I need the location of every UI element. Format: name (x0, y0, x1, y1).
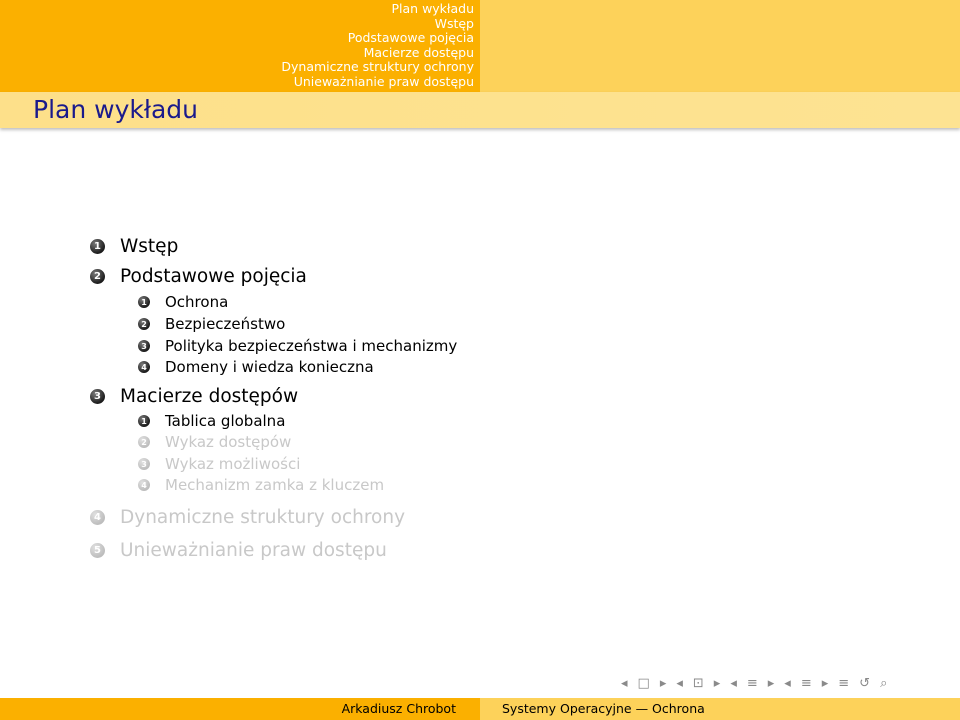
toc-subsection-label: Mechanizm zamka z kluczem (165, 476, 385, 494)
number-ball-icon: 5 (90, 542, 105, 558)
number-ball-icon: 2 (138, 318, 150, 330)
toc-subsection-label: Polityka bezpieczeństwa i mechanizmy (165, 337, 458, 355)
toc-subsection[interactable]: 3 Polityka bezpieczeństwa i mechanizmy (138, 336, 457, 356)
toc-subsection[interactable]: 1 Tablica globalna (138, 411, 285, 431)
number-ball-icon: 2 (138, 436, 150, 448)
number-ball-icon: 4 (138, 361, 150, 373)
header-bar-right (480, 0, 960, 92)
next-frame-icon[interactable]: ▸ (714, 676, 721, 691)
toc-subsection[interactable]: 4 Mechanizm zamka z kluczem (138, 475, 384, 495)
toc-subsection[interactable]: 3 Wykaz możliwości (138, 454, 300, 474)
toc-subsection[interactable]: 1 Ochrona (138, 292, 228, 312)
number-ball-icon: 1 (138, 415, 150, 427)
toc-subsection[interactable]: 4 Domeny i wiedza konieczna (138, 357, 374, 377)
footer-course: Systemy Operacyjne — Ochrona (502, 701, 705, 716)
frame-title: Plan wykładu (33, 95, 198, 124)
toc-subsection-label: Ochrona (165, 293, 229, 311)
toc-section[interactable]: 5 Unieważnianie praw dostępu (90, 538, 387, 562)
nav-item-uniewaznianie[interactable]: Unieważnianie praw dostępu (240, 74, 474, 90)
toc-subsection-label: Bezpieczeństwo (165, 315, 286, 333)
document-icon[interactable]: ≡ (838, 676, 849, 691)
toc-section[interactable]: 3 Macierze dostępów (90, 384, 298, 408)
toc-section-label: Podstawowe pojęcia (120, 265, 307, 287)
toc-subsection[interactable]: 2 Bezpieczeństwo (138, 314, 285, 334)
nav-item-plan[interactable]: Plan wykładu (240, 1, 475, 17)
toc-section[interactable]: 1 Wstęp (90, 234, 178, 258)
section-icon[interactable]: ≡ (801, 676, 812, 691)
number-ball-icon: 3 (138, 458, 150, 470)
toc-subsection-label: Wykaz dostępów (165, 433, 292, 451)
number-ball-icon: 4 (90, 509, 105, 525)
toc-section[interactable]: 2 Podstawowe pojęcia (90, 264, 307, 288)
frame-icon[interactable]: ⊡ (693, 676, 704, 691)
header-navigation: Plan wykładu Wstęp Podstawowe pojęcia Ma… (240, 1, 475, 90)
toc-subsection-label: Wykaz możliwości (165, 455, 301, 473)
toc-subsection-label: Tablica globalna (165, 412, 286, 430)
nav-item-macierze[interactable]: Macierze dostępu (240, 45, 474, 61)
prev-slide-icon[interactable]: ◂ (621, 676, 628, 691)
nav-item-wstep[interactable]: Wstęp (240, 16, 474, 32)
slide-icon[interactable]: □ (638, 676, 650, 691)
footer-left: Arkadiusz Chrobot (0, 698, 480, 720)
number-ball-icon: 4 (138, 479, 150, 491)
toc-section-label: Wstęp (120, 235, 179, 257)
toc-section[interactable]: 4 Dynamiczne struktury ochrony (90, 505, 405, 529)
next-subsection-icon[interactable]: ▸ (768, 676, 775, 691)
subsection-icon[interactable]: ≡ (747, 676, 758, 691)
toc-section-label: Dynamiczne struktury ochrony (120, 506, 406, 528)
toc-section-label: Unieważnianie praw dostępu (120, 539, 387, 561)
prev-frame-icon[interactable]: ◂ (676, 676, 683, 691)
search-icon[interactable]: ⌕ (880, 676, 887, 691)
number-ball-icon: 3 (90, 388, 105, 404)
toc-section-label: Macierze dostępów (120, 385, 299, 407)
next-section-icon[interactable]: ▸ (822, 676, 829, 691)
number-ball-icon: 1 (90, 238, 105, 254)
footer-author: Arkadiusz Chrobot (341, 701, 456, 716)
beamer-navigation-symbols: ◂ □ ▸ ◂ ⊡ ▸ ◂ ≡ ▸ ◂ ≡ ▸ ≡ ↺ ⌕ (621, 676, 887, 691)
footer-right: Systemy Operacyjne — Ochrona (480, 698, 960, 720)
nav-item-podstawowe[interactable]: Podstawowe pojęcia (240, 30, 474, 46)
toc-subsection-label: Domeny i wiedza konieczna (165, 358, 374, 376)
number-ball-icon: 2 (90, 268, 105, 284)
prev-section-icon[interactable]: ◂ (784, 676, 791, 691)
next-slide-icon[interactable]: ▸ (660, 676, 667, 691)
number-ball-icon: 1 (138, 296, 150, 308)
toc-subsection[interactable]: 2 Wykaz dostępów (138, 432, 291, 452)
nav-item-dynamiczne[interactable]: Dynamiczne struktury ochrony (240, 59, 474, 75)
prev-subsection-icon[interactable]: ◂ (730, 676, 737, 691)
back-icon[interactable]: ↺ (859, 676, 870, 691)
number-ball-icon: 3 (138, 340, 150, 352)
